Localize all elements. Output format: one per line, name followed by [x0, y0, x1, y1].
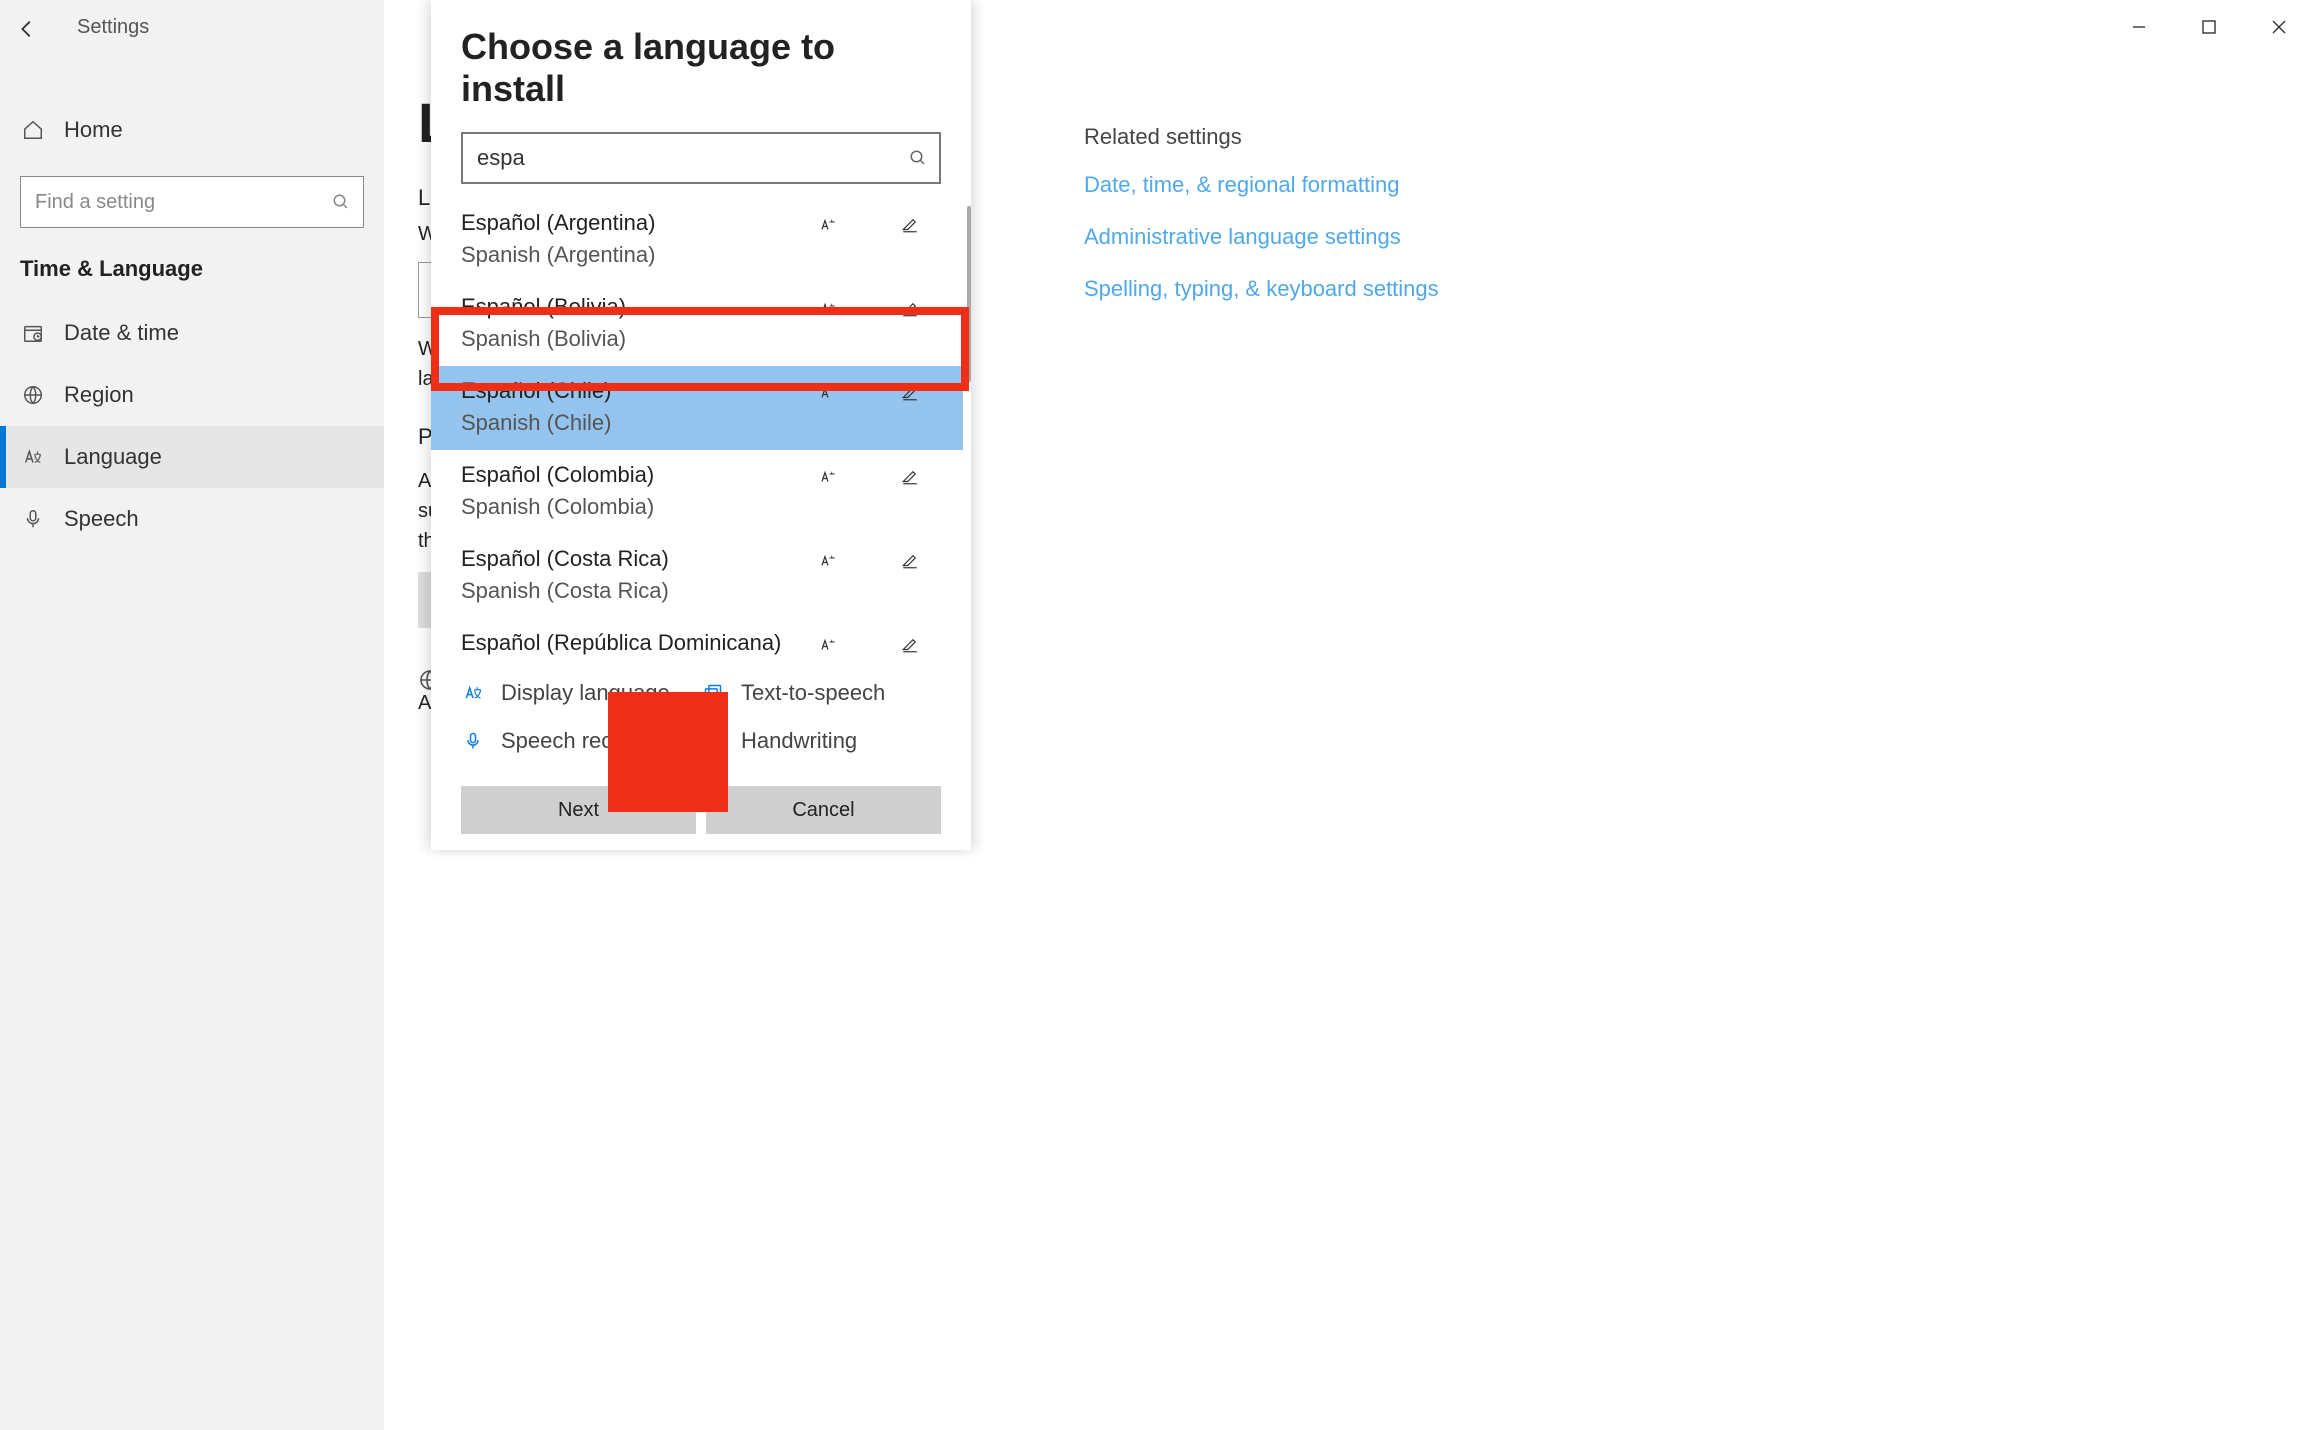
- maximize-button[interactable]: [2174, 8, 2244, 46]
- legend-handwriting: Handwriting: [701, 728, 941, 754]
- display-language-icon: [815, 468, 841, 486]
- related-settings: Related settings Date, time, & regional …: [1084, 124, 1439, 328]
- search-icon: [909, 149, 927, 167]
- link-admin-language-settings[interactable]: Administrative language settings: [1084, 224, 1439, 250]
- close-button[interactable]: [2244, 8, 2314, 46]
- display-language-icon: [815, 384, 841, 402]
- language-item[interactable]: Español (Chile)Spanish (Chile): [431, 366, 963, 450]
- language-item[interactable]: Español (Costa Rica)Spanish (Costa Rica): [431, 534, 963, 618]
- sidebar-item-language[interactable]: Language: [0, 426, 384, 488]
- minimize-button[interactable]: [2104, 8, 2174, 46]
- dialog-footer: Display language Text-to-speech Speech r…: [431, 662, 971, 850]
- language-english-name: Spanish (Bolivia): [461, 326, 933, 352]
- handwriting-icon: [897, 552, 923, 570]
- sidebar-item-label: Home: [64, 117, 123, 143]
- settings-sidebar: Settings Home Time & Language Date & tim…: [0, 0, 384, 1430]
- language-list: Español (Argentina)Spanish (Argentina)Es…: [431, 198, 963, 726]
- handwriting-icon: [701, 731, 725, 751]
- display-language-icon: [461, 683, 485, 703]
- microphone-icon: [20, 508, 46, 530]
- link-spelling-typing-keyboard[interactable]: Spelling, typing, & keyboard settings: [1084, 276, 1439, 302]
- scrollbar-thumb[interactable]: [967, 206, 971, 382]
- legend-label: Text-to-speech: [741, 680, 885, 706]
- handwriting-icon: [897, 636, 923, 654]
- language-english-name: Spanish (Chile): [461, 410, 933, 436]
- legend-text-to-speech: Text-to-speech: [701, 680, 941, 706]
- language-english-name: Spanish (Argentina): [461, 242, 933, 268]
- sidebar-item-label: Language: [64, 444, 162, 470]
- language-english-name: Spanish (Costa Rica): [461, 578, 933, 604]
- legend-speech-recognition: Speech recognition: [461, 728, 701, 754]
- calendar-clock-icon: [20, 322, 46, 344]
- sidebar-item-region[interactable]: Region: [0, 364, 384, 426]
- cancel-button[interactable]: Cancel: [706, 786, 941, 834]
- back-button[interactable]: [0, 10, 54, 48]
- language-english-name: Spanish (Colombia): [461, 494, 933, 520]
- next-button[interactable]: Next: [461, 786, 696, 834]
- home-icon: [20, 119, 46, 141]
- language-item[interactable]: Español (Bolivia)Spanish (Bolivia): [431, 282, 963, 366]
- display-language-icon: [815, 216, 841, 234]
- text-to-speech-icon: [701, 683, 725, 703]
- legend-display-language: Display language: [461, 680, 701, 706]
- legend-label: Speech recognition: [501, 728, 689, 754]
- related-settings-title: Related settings: [1084, 124, 1439, 150]
- handwriting-icon: [897, 216, 923, 234]
- sidebar-item-date-time[interactable]: Date & time: [0, 302, 384, 364]
- speech-recognition-icon: [461, 731, 485, 751]
- window-controls: [2104, 8, 2314, 46]
- display-language-icon: [815, 300, 841, 318]
- handwriting-icon: [897, 384, 923, 402]
- globe-icon: [20, 384, 46, 406]
- sidebar-search-input[interactable]: [20, 176, 364, 228]
- dialog-title: Choose a language to install: [431, 0, 971, 132]
- display-language-icon: [815, 552, 841, 570]
- link-date-time-formatting[interactable]: Date, time, & regional formatting: [1084, 172, 1439, 198]
- handwriting-icon: [897, 468, 923, 486]
- search-icon: [332, 193, 350, 211]
- sidebar-item-label: Speech: [64, 506, 139, 532]
- display-language-icon: [815, 636, 841, 654]
- sidebar-item-label: Date & time: [64, 320, 179, 346]
- handwriting-icon: [897, 300, 923, 318]
- language-item[interactable]: Español (Argentina)Spanish (Argentina): [431, 198, 963, 282]
- language-search-input[interactable]: [461, 132, 941, 184]
- legend-label: Handwriting: [741, 728, 857, 754]
- sidebar-item-label: Region: [64, 382, 134, 408]
- language-item[interactable]: Español (Colombia)Spanish (Colombia): [431, 450, 963, 534]
- sidebar-item-home[interactable]: Home: [0, 100, 384, 160]
- choose-language-dialog: Choose a language to install Español (Ar…: [431, 0, 971, 850]
- sidebar-item-speech[interactable]: Speech: [0, 488, 384, 550]
- legend-label: Display language: [501, 680, 670, 706]
- sidebar-group-header: Time & Language: [0, 256, 384, 302]
- window-title: Settings: [77, 16, 149, 39]
- language-icon: [20, 446, 46, 468]
